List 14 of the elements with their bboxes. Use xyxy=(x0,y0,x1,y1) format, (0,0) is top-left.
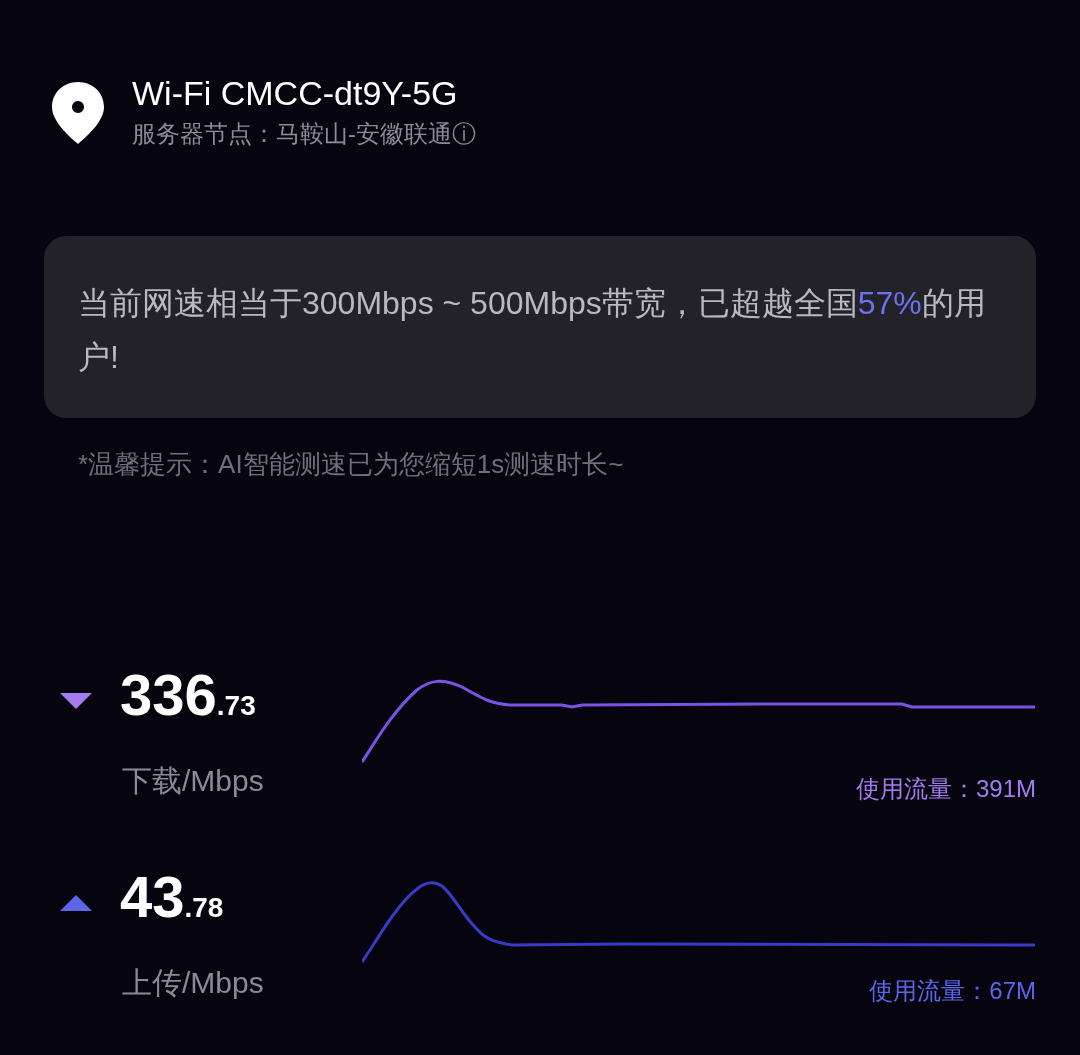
network-name: Wi-Fi CMCC-dt9Y-5G xyxy=(132,73,459,114)
info-icon[interactable]: ⓘ xyxy=(452,118,476,150)
data-usage-label: 使用流量：391M xyxy=(855,774,1036,804)
speed-value: 336.73 xyxy=(120,661,256,729)
speed-unit-label: 上传/Mbps xyxy=(121,965,265,1001)
down-triangle-icon xyxy=(60,692,92,709)
speed-summary-text: 当前网速相当于300Mbps ~ 500Mbps带宽，已超越全国57%的用户! xyxy=(78,284,987,377)
data-usage-label: 使用流量：67M xyxy=(869,976,1036,1006)
speed-unit-label: 下载/Mbps xyxy=(121,763,265,799)
server-node-label: 服务器节点：马鞍山-安徽联通 xyxy=(132,119,452,149)
up-triangle-icon xyxy=(60,894,92,911)
location-pin-icon xyxy=(52,82,104,144)
speed-value: 43.78 xyxy=(120,863,224,931)
tip-text: *温馨提示：AI智能测速已为您缩短1s测速时长~ xyxy=(77,448,625,481)
